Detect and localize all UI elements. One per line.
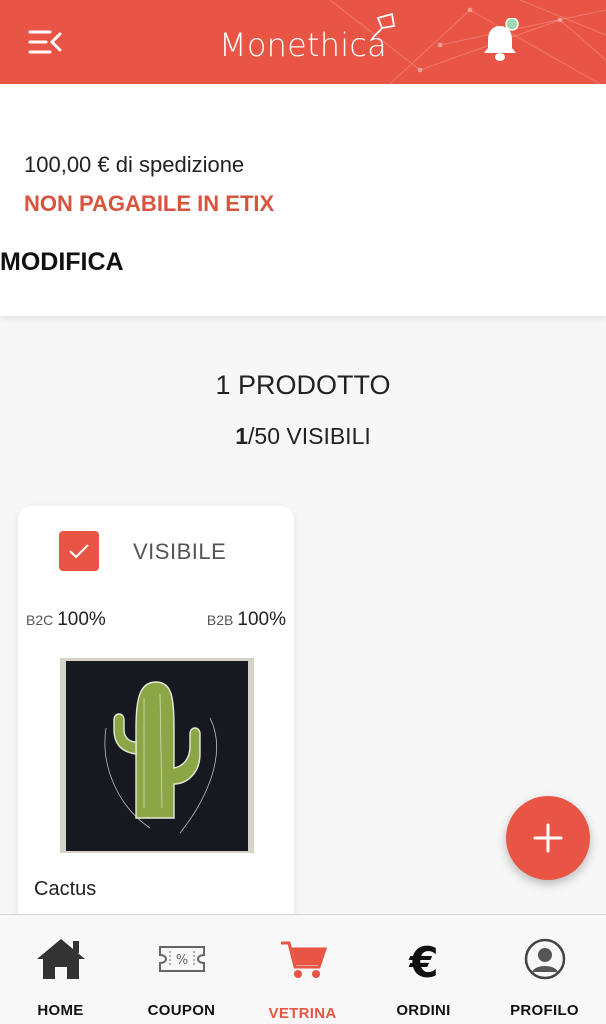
b2c-rate: B2C 100% (26, 609, 106, 631)
nav-item-profilo[interactable]: PROFILO (484, 915, 605, 1024)
edit-button[interactable]: MODIFICA (0, 248, 124, 277)
svg-text:€: € (408, 938, 438, 981)
b2c-value: 100% (57, 609, 106, 630)
cactus-painting-image (60, 658, 254, 853)
nav-label-profilo: PROFILO (510, 1002, 579, 1019)
bottom-navigation: HOME % COUPON VETRINA € ORDINI PROFILO (0, 914, 606, 1024)
visible-count-number: 1 (235, 423, 249, 449)
checkmark-icon (69, 544, 89, 559)
store-info-card: 100,00 € di spedizione NON PAGABILE IN E… (0, 84, 606, 316)
nav-label-home: HOME (37, 1002, 84, 1019)
plus-icon (533, 823, 563, 853)
app-header: Monethica (0, 0, 606, 84)
brand-name: Monethica (219, 26, 387, 64)
coupon-icon: % (158, 946, 205, 972)
product-name: Cactus (34, 878, 97, 900)
nav-item-vetrina[interactable]: VETRINA (242, 915, 363, 1024)
visibility-label: VISIBILE (133, 539, 227, 564)
notifications-button[interactable] (478, 17, 526, 64)
nav-item-home[interactable]: HOME (0, 915, 121, 1024)
nav-item-coupon[interactable]: % COUPON (121, 915, 242, 1024)
products-count: 1 PRODOTTO (215, 370, 391, 400)
shipping-cost: 100,00 € di spedizione (24, 152, 245, 177)
user-icon (524, 938, 565, 980)
nav-item-ordini[interactable]: € ORDINI (363, 915, 484, 1024)
visible-count: 1/50 VISIBILI (0, 423, 606, 450)
b2b-rate: B2B 100% (207, 609, 286, 631)
cart-icon (280, 941, 327, 978)
product-card[interactable]: VISIBILE B2C 100% B2B 100% Cactus (18, 506, 294, 926)
svg-text:%: % (175, 953, 187, 968)
b2c-tag: B2C (26, 612, 54, 628)
product-image[interactable] (60, 658, 254, 853)
kite-logo-icon (371, 12, 396, 41)
visibility-checkbox[interactable] (59, 531, 99, 571)
b2b-tag: B2B (206, 612, 234, 628)
add-product-button[interactable] (506, 796, 590, 880)
nav-label-vetrina: VETRINA (268, 1005, 337, 1022)
visible-count-total: /50 VISIBILI (248, 423, 371, 449)
bell-icon (484, 17, 519, 61)
nav-label-coupon: COUPON (147, 1002, 216, 1019)
b2b-value: 100% (237, 609, 286, 630)
euro-icon: € (408, 938, 438, 981)
nav-label-ordini: ORDINI (396, 1002, 451, 1019)
home-icon (36, 939, 85, 979)
payment-notice: NON PAGABILE IN ETIX (24, 191, 275, 216)
